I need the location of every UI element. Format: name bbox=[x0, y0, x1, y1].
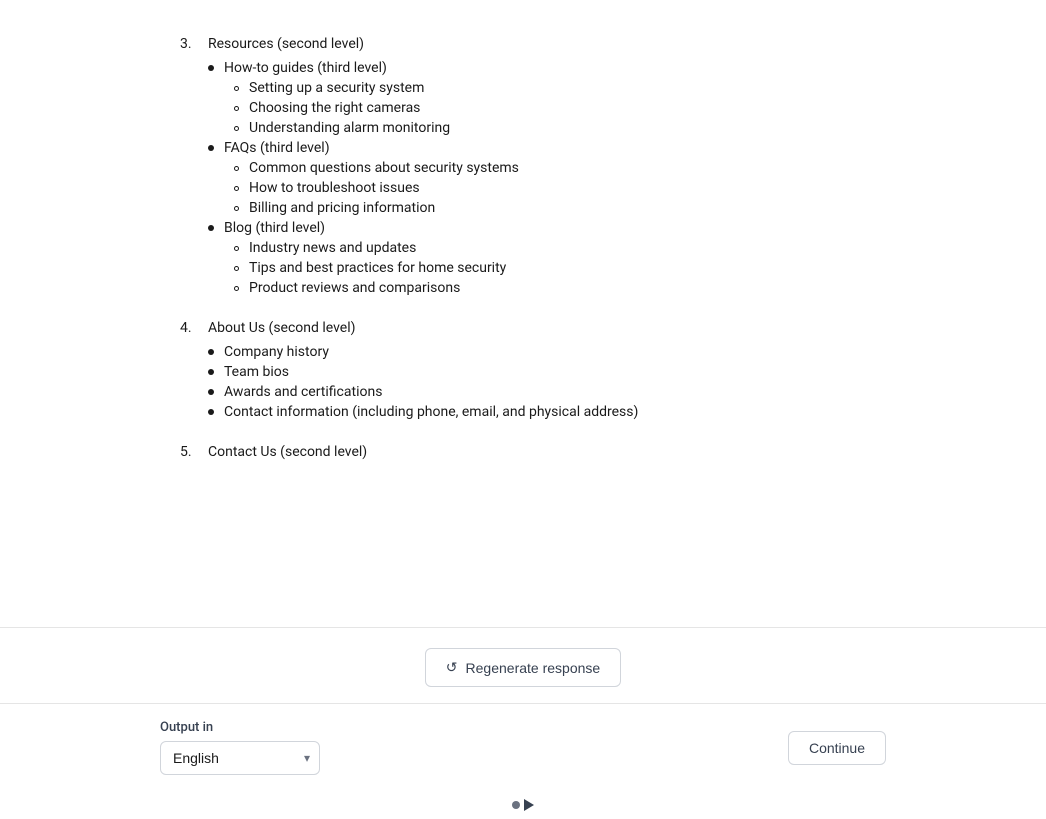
faqs-subitems: Common questions about security systems … bbox=[234, 160, 866, 216]
bullet-dot bbox=[208, 409, 214, 415]
awards-certifications-item: Awards and certifications bbox=[208, 384, 866, 400]
blog-header: Blog (third level) bbox=[208, 220, 866, 236]
send-icon-group bbox=[512, 799, 534, 811]
how-to-guides-header: How-to guides (third level) bbox=[208, 60, 866, 76]
list-item: Product reviews and comparisons bbox=[234, 280, 866, 296]
sub-bullet-dot bbox=[234, 126, 239, 131]
item-number-5: 5. bbox=[180, 444, 208, 460]
send-icon[interactable] bbox=[524, 799, 534, 811]
choosing-cameras: Choosing the right cameras bbox=[249, 100, 420, 116]
send-area bbox=[352, 791, 694, 819]
sub-bullet-dot bbox=[234, 186, 239, 191]
company-history-item: Company history bbox=[208, 344, 866, 360]
awards-certifications-label: Awards and certifications bbox=[224, 384, 382, 400]
list-item: Tips and best practices for home securit… bbox=[234, 260, 866, 276]
output-left: Output in English Spanish French German … bbox=[160, 720, 320, 775]
main-content: 3. Resources (second level) How-to guide… bbox=[0, 0, 1046, 627]
regenerate-button[interactable]: ↺ Regenerate response bbox=[425, 648, 621, 687]
bullet-dot-howto bbox=[208, 65, 214, 71]
sub-bullet-dot bbox=[234, 286, 239, 291]
faqs-group: FAQs (third level) Common questions abou… bbox=[208, 140, 866, 216]
sub-bullet-dot bbox=[234, 166, 239, 171]
sub-bullet-dot bbox=[234, 246, 239, 251]
about-us-subitems: Company history Team bios Awards and cer… bbox=[208, 344, 866, 420]
output-label: Output in bbox=[160, 720, 320, 735]
regenerate-label: Regenerate response bbox=[466, 660, 601, 676]
list-item: How to troubleshoot issues bbox=[234, 180, 866, 196]
bullet-dot bbox=[208, 389, 214, 395]
team-bios-label: Team bios bbox=[224, 364, 289, 380]
common-questions: Common questions about security systems bbox=[249, 160, 519, 176]
understanding-alarm: Understanding alarm monitoring bbox=[249, 120, 450, 136]
list-item: Understanding alarm monitoring bbox=[234, 120, 866, 136]
list-item: Industry news and updates bbox=[234, 240, 866, 256]
how-to-guides-subitems: Setting up a security system Choosing th… bbox=[234, 80, 866, 136]
faqs-header: FAQs (third level) bbox=[208, 140, 866, 156]
tips-best-practices: Tips and best practices for home securit… bbox=[249, 260, 506, 276]
refresh-icon: ↺ bbox=[446, 659, 458, 676]
list-item: Choosing the right cameras bbox=[234, 100, 866, 116]
list-item: Common questions about security systems bbox=[234, 160, 866, 176]
numbered-item-3: 3. Resources (second level) bbox=[180, 36, 866, 52]
bullet-dot bbox=[208, 369, 214, 375]
language-select-wrapper: English Spanish French German ▾ bbox=[160, 741, 320, 775]
how-to-guides-group: How-to guides (third level) Setting up a… bbox=[208, 60, 866, 136]
item-label-5: Contact Us (second level) bbox=[208, 444, 367, 460]
sub-bullet-dot bbox=[234, 106, 239, 111]
list-item: Setting up a security system bbox=[234, 80, 866, 96]
faqs-label: FAQs (third level) bbox=[224, 140, 330, 156]
item-number-4: 4. bbox=[180, 320, 208, 336]
continue-button[interactable]: Continue bbox=[788, 731, 886, 765]
sub-bullet-dot bbox=[234, 266, 239, 271]
blog-label: Blog (third level) bbox=[224, 220, 325, 236]
company-history-label: Company history bbox=[224, 344, 329, 360]
blog-subitems: Industry news and updates Tips and best … bbox=[234, 240, 866, 296]
list-item: Billing and pricing information bbox=[234, 200, 866, 216]
bottom-bar: ↺ Regenerate response Output in English … bbox=[0, 627, 1046, 819]
billing-pricing: Billing and pricing information bbox=[249, 200, 435, 216]
bullet-dot bbox=[208, 349, 214, 355]
industry-news: Industry news and updates bbox=[249, 240, 416, 256]
product-reviews: Product reviews and comparisons bbox=[249, 280, 460, 296]
team-bios-item: Team bios bbox=[208, 364, 866, 380]
blog-group: Blog (third level) Industry news and upd… bbox=[208, 220, 866, 296]
item-label-4: About Us (second level) bbox=[208, 320, 356, 336]
item-number-3: 3. bbox=[180, 36, 208, 52]
setting-up-security: Setting up a security system bbox=[249, 80, 424, 96]
bullet-dot-faqs bbox=[208, 145, 214, 151]
sub-bullet-dot bbox=[234, 86, 239, 91]
output-panel: Output in English Spanish French German … bbox=[0, 703, 1046, 791]
language-select[interactable]: English Spanish French German bbox=[160, 741, 320, 775]
sub-bullet-dot bbox=[234, 206, 239, 211]
troubleshoot-issues: How to troubleshoot issues bbox=[249, 180, 420, 196]
bullet-dot-blog bbox=[208, 225, 214, 231]
how-to-guides-label: How-to guides (third level) bbox=[224, 60, 387, 76]
send-dot bbox=[512, 801, 520, 809]
numbered-item-5: 5. Contact Us (second level) bbox=[180, 444, 866, 460]
contact-info-item: Contact information (including phone, em… bbox=[208, 404, 866, 420]
contact-info-label: Contact information (including phone, em… bbox=[224, 404, 638, 420]
numbered-item-4: 4. About Us (second level) bbox=[180, 320, 866, 336]
item-label-3: Resources (second level) bbox=[208, 36, 364, 52]
